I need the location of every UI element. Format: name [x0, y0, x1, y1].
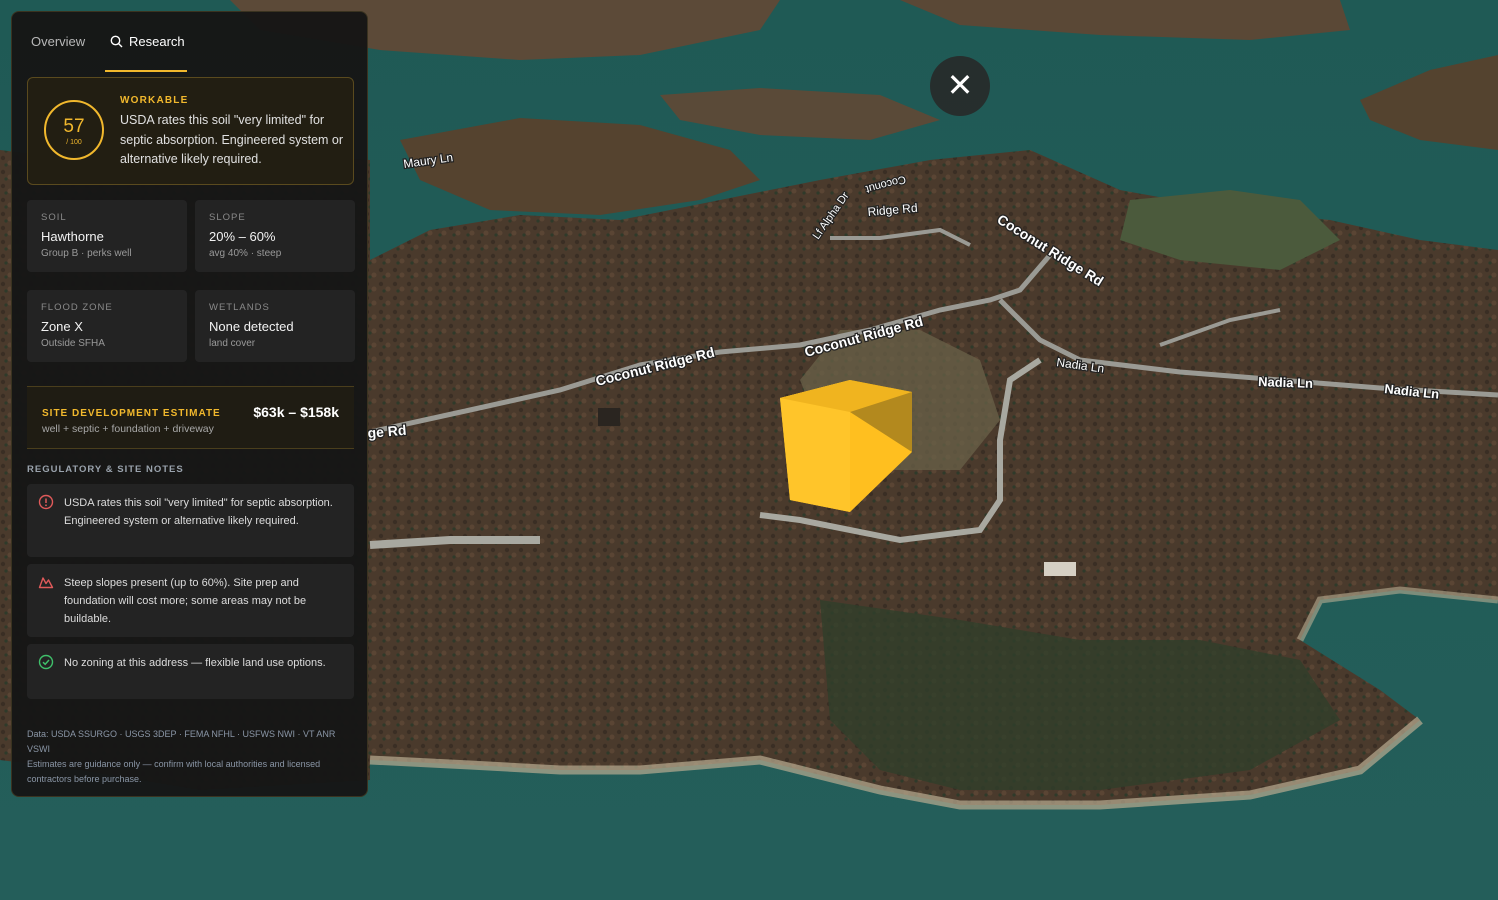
stat-soil-value: Hawthorne [41, 229, 104, 244]
stat-soil-label: SOIL [41, 212, 67, 223]
stat-wetlands: WETLANDS None detected land cover [195, 290, 355, 362]
stat-soil: SOIL Hawthorne Group B · perks well [27, 200, 187, 272]
tab-overview-label: Overview [31, 34, 86, 49]
stat-flood-sub: Outside SFHA [41, 338, 105, 349]
stat-wetlands-label: WETLANDS [209, 302, 270, 313]
research-panel: Overview Research 57 / 100 WORKABLE USDA… [11, 11, 368, 797]
stat-wetlands-sub: land cover [209, 338, 256, 349]
alert-circle-icon [38, 494, 54, 510]
disclaimer: Estimates are guidance only — confirm wi… [27, 759, 321, 784]
estimate-title: SITE DEVELOPMENT ESTIMATE [42, 408, 221, 419]
note-text: Steep slopes present (up to 60%). Site p… [64, 577, 307, 625]
close-button[interactable]: ✕ [930, 56, 990, 116]
road-label-ge-rd: ge Rd [367, 422, 407, 441]
stat-wetlands-value: None detected [209, 319, 294, 334]
score-value: 57 [63, 116, 85, 137]
search-icon [110, 35, 123, 48]
tab-overview[interactable]: Overview [31, 32, 85, 72]
stat-flood-label: FLOOD ZONE [41, 302, 113, 313]
feasibility-score-card: 57 / 100 WORKABLE USDA rates this soil "… [27, 77, 354, 185]
stat-slope: SLOPE 20% – 60% avg 40% · steep [195, 200, 355, 272]
tab-active-indicator [105, 70, 187, 72]
stat-slope-value: 20% – 60% [209, 229, 276, 244]
stat-flood-value: Zone X [41, 319, 83, 334]
note-item-zoning: No zoning at this address — flexible lan… [27, 644, 354, 699]
score-status: WORKABLE [120, 95, 189, 106]
data-sources: Data: USDA SSURGO · USGS 3DEP · FEMA NFH… [27, 729, 336, 754]
notes-heading: REGULATORY & SITE NOTES [27, 464, 184, 475]
close-icon: ✕ [946, 66, 974, 104]
stat-slope-label: SLOPE [209, 212, 246, 223]
score-ring: 57 / 100 [44, 100, 104, 160]
stat-soil-sub: Group B · perks well [41, 248, 132, 259]
tab-research-label: Research [129, 34, 185, 49]
note-item-slope: Steep slopes present (up to 60%). Site p… [27, 564, 354, 637]
note-item-soil: USDA rates this soil "very limited" for … [27, 484, 354, 557]
mountain-icon [38, 577, 54, 589]
road-label-nadia-2: Nadia Ln [1258, 374, 1313, 391]
tab-research[interactable]: Research [105, 32, 187, 72]
stat-slope-sub: avg 40% · steep [209, 248, 282, 259]
score-max: / 100 [66, 139, 82, 146]
note-text: No zoning at this address — flexible lan… [64, 657, 326, 669]
note-text: USDA rates this soil "very limited" for … [64, 497, 333, 527]
score-description: USDA rates this soil "very limited" for … [120, 113, 344, 166]
check-circle-icon [38, 654, 54, 670]
site-development-estimate: SITE DEVELOPMENT ESTIMATE $63k – $158k w… [27, 386, 354, 449]
estimate-range: $63k – $158k [253, 404, 339, 420]
estimate-breakdown: well + septic + foundation + driveway [42, 423, 214, 435]
stat-flood-zone: FLOOD ZONE Zone X Outside SFHA [27, 290, 187, 362]
